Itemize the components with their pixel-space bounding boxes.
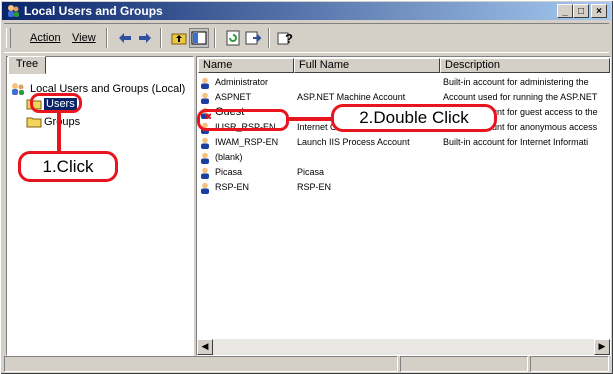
maximize-button[interactable]: □	[573, 4, 589, 18]
cell-name: (blank)	[215, 152, 243, 162]
users-highlight	[30, 93, 82, 113]
user-icon	[201, 167, 209, 179]
toolbar-separator	[160, 28, 162, 48]
cell-full-name: Launch IIS Process Account	[297, 137, 410, 147]
minimize-button[interactable]: _	[557, 4, 573, 18]
toolbar: Action View ?	[4, 23, 609, 53]
toolbar-separator	[214, 28, 216, 48]
title-bar[interactable]: Local Users and Groups _ □ ×	[2, 2, 611, 20]
status-panel	[530, 356, 609, 372]
status-bar	[4, 356, 609, 372]
callout-connector	[289, 117, 333, 121]
menu-view-label: View	[72, 32, 96, 44]
close-button[interactable]: ×	[591, 4, 607, 18]
scroll-right-arrow-icon[interactable]: ▶	[594, 339, 610, 355]
user-icon	[201, 92, 209, 104]
toolbar-separator	[268, 28, 270, 48]
export-list-icon[interactable]	[244, 29, 262, 47]
cell-name: ASPNET	[215, 92, 252, 102]
back-arrow-icon[interactable]	[116, 29, 134, 47]
cell-description: Built-in account for Internet Informati	[443, 137, 589, 147]
cell-name: Picasa	[215, 167, 243, 177]
show-tree-icon[interactable]	[189, 28, 209, 48]
cell-full-name: RSP-EN	[297, 182, 332, 192]
user-list-pane[interactable]: Name Full Name Description Administrator…	[196, 56, 611, 356]
cell-full-name: Picasa	[297, 167, 325, 177]
user-icon	[201, 77, 209, 89]
callout-step2: 2.Double Click	[331, 104, 497, 132]
svg-text:?: ?	[285, 31, 293, 46]
callout-step1: 1.Click	[18, 151, 118, 182]
user-row[interactable]: IWAM_RSP-EN Launch IIS Process Account Bui…	[199, 136, 610, 150]
user-row[interactable]: Picasa Picasa	[199, 166, 610, 180]
column-header-name[interactable]: Name	[198, 58, 294, 73]
guest-highlight	[197, 109, 289, 131]
user-icon	[201, 182, 209, 194]
user-row[interactable]: (blank)	[199, 151, 610, 165]
up-folder-icon[interactable]	[170, 29, 188, 47]
window-title: Local Users and Groups	[24, 4, 163, 18]
user-row[interactable]: ASPNET ASP.NET Machine Account Account use…	[199, 91, 610, 105]
status-panel	[400, 356, 528, 372]
menu-view[interactable]: View	[72, 32, 96, 44]
tab-tree[interactable]: Tree	[8, 56, 46, 74]
user-row[interactable]: Administrator Built-in account for admini…	[199, 76, 610, 90]
users-groups-icon	[8, 5, 19, 17]
user-icon	[201, 152, 209, 164]
menu-action[interactable]: Action	[30, 32, 61, 44]
menu-action-label: Action	[30, 32, 61, 44]
help-icon[interactable]: ?	[276, 29, 294, 47]
toolbar-grip[interactable]	[6, 28, 11, 48]
cell-full-name: ASP.NET Machine Account	[297, 92, 406, 102]
cell-name: RSP-EN	[215, 182, 250, 192]
cell-description: Built-in account for administering the	[443, 77, 589, 87]
refresh-icon[interactable]	[224, 29, 242, 47]
toolbar-separator	[106, 28, 108, 48]
status-panel	[4, 356, 398, 372]
forward-arrow-icon[interactable]	[136, 29, 154, 47]
tree-item-label: Groups	[44, 116, 81, 128]
mmc-window: Local Users and Groups _ □ × Action View…	[0, 0, 613, 374]
horizontal-scrollbar[interactable]: ◀ ▶	[197, 339, 610, 355]
folder-icon	[26, 117, 42, 128]
cell-description: Account used for running the ASP.NET	[443, 92, 598, 102]
users-groups-icon	[12, 83, 24, 95]
callout-connector	[57, 112, 61, 152]
column-header-full-name[interactable]: Full Name	[294, 58, 440, 73]
scroll-left-arrow-icon[interactable]: ◀	[197, 339, 213, 355]
cell-name: IWAM_RSP-EN	[215, 137, 279, 147]
user-icon	[201, 137, 209, 149]
user-row[interactable]: RSP-EN RSP-EN	[199, 181, 610, 195]
column-header-description[interactable]: Description	[440, 58, 610, 73]
cell-name: Administrator	[215, 77, 269, 87]
